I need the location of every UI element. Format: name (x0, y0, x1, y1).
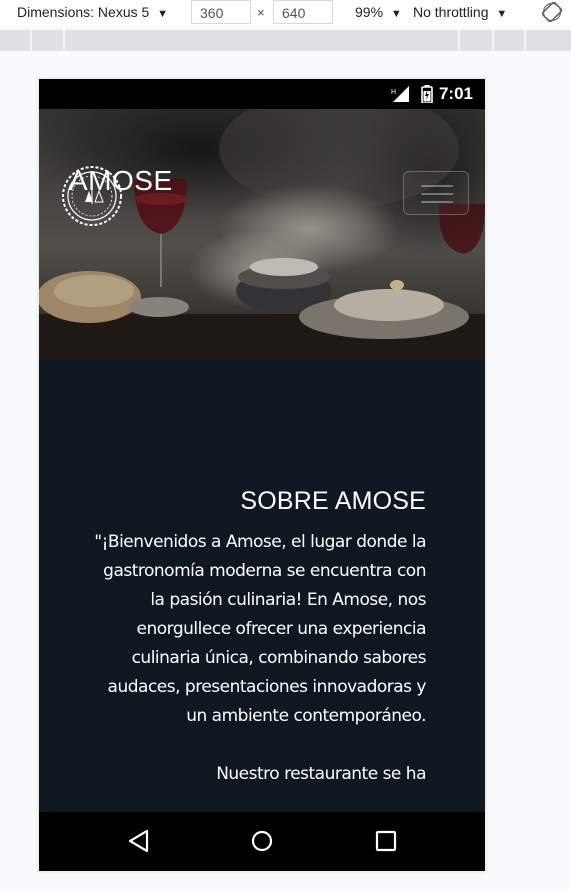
signal-icon: H (391, 86, 409, 102)
device-selector[interactable]: Dimensions: Nexus 5 ▼ (17, 0, 168, 26)
device-viewport: H 7:01 AMOSE SOBRE AMOSE "¡Bienvenidos a… (39, 79, 485, 871)
chevron-down-icon: ▼ (390, 8, 402, 20)
devtools-toolbar: Dimensions: Nexus 5 ▼ 360 × 640 99% ▼ No… (0, 0, 571, 26)
hero-food-photo (39, 109, 485, 360)
back-icon[interactable] (128, 829, 150, 853)
height-input[interactable]: 640 (273, 0, 333, 24)
menu-toggle-button[interactable] (403, 171, 469, 215)
amose-logo-icon (62, 166, 122, 226)
hero-section: AMOSE (39, 109, 485, 360)
about-title: SOBRE AMOSE (240, 487, 426, 515)
clock: 7:01 (438, 84, 473, 103)
chevron-down-icon: ▼ (496, 8, 508, 20)
about-paragraph: "¡Bienvenidos a Amose, el lugar donde la… (94, 532, 426, 726)
about-paragraph: Nuestro restaurante se ha (216, 764, 426, 784)
svg-text:H: H (391, 89, 396, 96)
chevron-down-icon: ▼ (157, 8, 169, 20)
media-query-ruler[interactable] (0, 30, 571, 51)
throttle-label: No throttling (413, 4, 489, 20)
hamburger-menu-icon (421, 185, 453, 187)
brand[interactable]: AMOSE (61, 165, 173, 226)
rotate-icon[interactable] (541, 1, 563, 23)
home-icon[interactable] (251, 829, 273, 853)
zoom-selector[interactable]: 99% ▼ (355, 0, 402, 26)
about-section: SOBRE AMOSE "¡Bienvenidos a Amose, el lu… (39, 360, 485, 820)
recents-icon[interactable] (375, 829, 397, 853)
android-navigation-bar (39, 812, 485, 871)
battery-icon (421, 85, 433, 103)
throttle-selector[interactable]: No throttling ▼ (413, 0, 507, 26)
about-text: "¡Bienvenidos a Amose, el lugar donde la… (86, 528, 426, 818)
times-icon: × (257, 5, 265, 20)
zoom-label: 99% (355, 4, 384, 20)
status-bar: H 7:01 (39, 79, 485, 109)
device-label: Dimensions: Nexus 5 (17, 4, 150, 20)
width-input[interactable]: 360 (191, 0, 251, 24)
